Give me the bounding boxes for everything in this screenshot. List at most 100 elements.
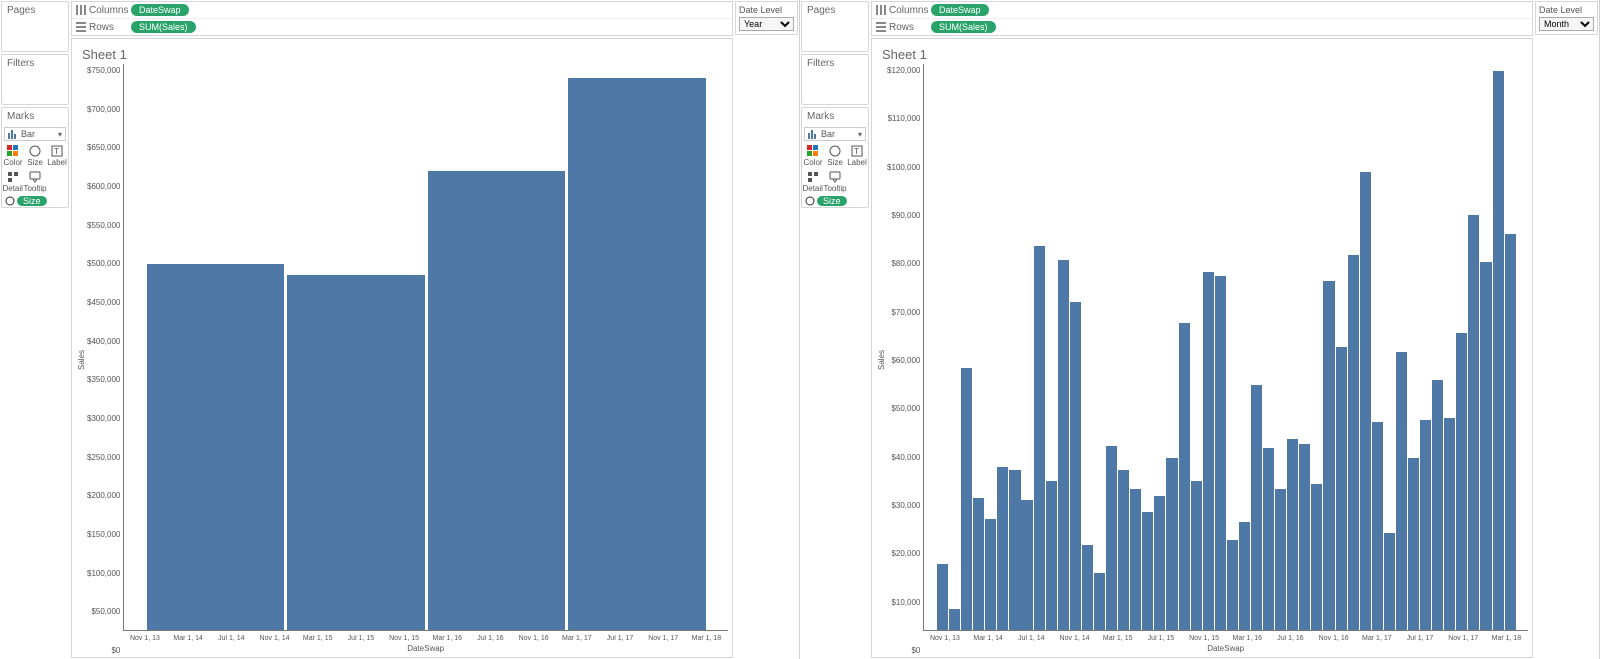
date-level-select[interactable]: Month bbox=[1539, 17, 1594, 31]
bar[interactable] bbox=[1021, 500, 1032, 630]
bar[interactable] bbox=[287, 275, 425, 630]
bar[interactable] bbox=[985, 519, 996, 630]
bar[interactable] bbox=[949, 609, 960, 630]
bar[interactable] bbox=[1420, 420, 1431, 630]
bar[interactable] bbox=[1287, 439, 1298, 630]
pages-shelf[interactable]: Pages bbox=[801, 1, 869, 52]
marks-size-button[interactable]: Size bbox=[24, 143, 46, 169]
marks-detail-button[interactable]: Detail bbox=[2, 169, 23, 195]
bar[interactable] bbox=[1396, 352, 1407, 630]
bar[interactable] bbox=[1082, 545, 1093, 630]
columns-shelf[interactable]: Columns DateSwap bbox=[872, 2, 1532, 19]
bar[interactable] bbox=[1360, 172, 1371, 630]
bar[interactable] bbox=[1215, 276, 1226, 630]
bar[interactable] bbox=[1444, 418, 1455, 630]
pages-shelf[interactable]: Pages bbox=[1, 1, 69, 52]
bar[interactable] bbox=[973, 498, 984, 630]
bar[interactable] bbox=[1094, 573, 1105, 630]
bar[interactable] bbox=[1239, 522, 1250, 630]
date-level-param: Date Level Month bbox=[1535, 1, 1598, 35]
bar-slot bbox=[1106, 64, 1118, 630]
bar[interactable] bbox=[1263, 448, 1274, 630]
rows-shelf[interactable]: Rows SUM(Sales) bbox=[872, 19, 1532, 35]
mark-type-dropdown[interactable]: Bar ▾ bbox=[4, 127, 66, 141]
bar[interactable] bbox=[1468, 215, 1479, 630]
rows-shelf[interactable]: Rows SUM(Sales) bbox=[72, 19, 732, 35]
x-tick: Nov 1, 13 bbox=[123, 635, 166, 642]
bar[interactable] bbox=[1275, 489, 1286, 631]
marks-label-button[interactable]: TLabel bbox=[846, 143, 868, 169]
bar[interactable] bbox=[1154, 496, 1165, 630]
bar[interactable] bbox=[1432, 380, 1443, 630]
bar[interactable] bbox=[1299, 444, 1310, 630]
bar[interactable] bbox=[1505, 234, 1516, 630]
bar[interactable] bbox=[428, 171, 566, 630]
mark-type-dropdown[interactable]: Bar ▾ bbox=[804, 127, 866, 141]
bar[interactable] bbox=[1166, 458, 1177, 630]
bar[interactable] bbox=[1251, 385, 1262, 630]
bar[interactable] bbox=[1372, 422, 1383, 630]
marks-tooltip-button[interactable]: Tooltip bbox=[23, 169, 46, 195]
bar[interactable] bbox=[1384, 533, 1395, 630]
columns-pill[interactable]: DateSwap bbox=[931, 4, 989, 16]
bar[interactable] bbox=[1480, 262, 1491, 630]
filters-shelf[interactable]: Filters bbox=[1, 54, 69, 105]
size-pill[interactable]: Size bbox=[17, 196, 47, 206]
x-tick: Nov 1, 14 bbox=[253, 635, 296, 642]
plot-area-right[interactable] bbox=[923, 64, 1528, 631]
marks-tooltip-button[interactable]: Tooltip bbox=[823, 169, 846, 195]
y-tick: $300,000 bbox=[87, 414, 120, 423]
rows-pill[interactable]: SUM(Sales) bbox=[131, 21, 196, 33]
rows-pill[interactable]: SUM(Sales) bbox=[931, 21, 996, 33]
bar[interactable] bbox=[1348, 255, 1359, 630]
columns-shelf[interactable]: Columns DateSwap bbox=[72, 2, 732, 19]
bar-slot bbox=[1190, 64, 1202, 630]
x-tick: Nov 1, 16 bbox=[1312, 635, 1355, 642]
bar[interactable] bbox=[1311, 484, 1322, 630]
x-tick: Nov 1, 17 bbox=[642, 635, 685, 642]
bar-slot bbox=[1420, 64, 1432, 630]
bar[interactable] bbox=[1106, 446, 1117, 630]
bar[interactable] bbox=[147, 264, 285, 630]
marks-detail-button[interactable]: Detail bbox=[802, 169, 823, 195]
bar[interactable] bbox=[1179, 323, 1190, 630]
bar[interactable] bbox=[1336, 347, 1347, 630]
sheet-title: Sheet 1 bbox=[76, 45, 728, 64]
size-pill-row[interactable]: Size bbox=[802, 195, 868, 207]
marks-color-button[interactable]: Color bbox=[802, 143, 824, 169]
y-tick: $150,000 bbox=[87, 530, 120, 539]
bar[interactable] bbox=[568, 78, 706, 630]
bar[interactable] bbox=[1058, 260, 1069, 630]
bar[interactable] bbox=[997, 467, 1008, 630]
date-level-select[interactable]: Year bbox=[739, 17, 794, 31]
size-pill-row[interactable]: Size bbox=[2, 195, 68, 207]
size-pill[interactable]: Size bbox=[817, 196, 847, 206]
bar-slot bbox=[1081, 64, 1093, 630]
bar[interactable] bbox=[1191, 481, 1202, 630]
marks-label-button[interactable]: T Label bbox=[46, 143, 68, 169]
bar[interactable] bbox=[1142, 512, 1153, 630]
x-tick: Nov 1, 16 bbox=[512, 635, 555, 642]
bar[interactable] bbox=[1118, 470, 1129, 630]
bar[interactable] bbox=[1408, 458, 1419, 630]
bar[interactable] bbox=[1493, 71, 1504, 630]
plot-area-left[interactable] bbox=[123, 64, 728, 631]
marks-size-button[interactable]: Size bbox=[824, 143, 846, 169]
bar-slot bbox=[1250, 64, 1262, 630]
y-tick: $750,000 bbox=[87, 66, 120, 75]
bar[interactable] bbox=[1456, 333, 1467, 630]
bar[interactable] bbox=[937, 564, 948, 630]
bar[interactable] bbox=[1323, 281, 1334, 630]
bar[interactable] bbox=[1034, 246, 1045, 630]
marks-color-button[interactable]: Color bbox=[2, 143, 24, 169]
bar[interactable] bbox=[1046, 481, 1057, 630]
bar[interactable] bbox=[961, 368, 972, 630]
bar-slot bbox=[1408, 64, 1420, 630]
columns-pill[interactable]: DateSwap bbox=[131, 4, 189, 16]
filters-shelf[interactable]: Filters bbox=[801, 54, 869, 105]
bar[interactable] bbox=[1203, 272, 1214, 630]
bar[interactable] bbox=[1130, 489, 1141, 631]
bar[interactable] bbox=[1009, 470, 1020, 630]
bar[interactable] bbox=[1070, 302, 1081, 630]
bar[interactable] bbox=[1227, 540, 1238, 630]
